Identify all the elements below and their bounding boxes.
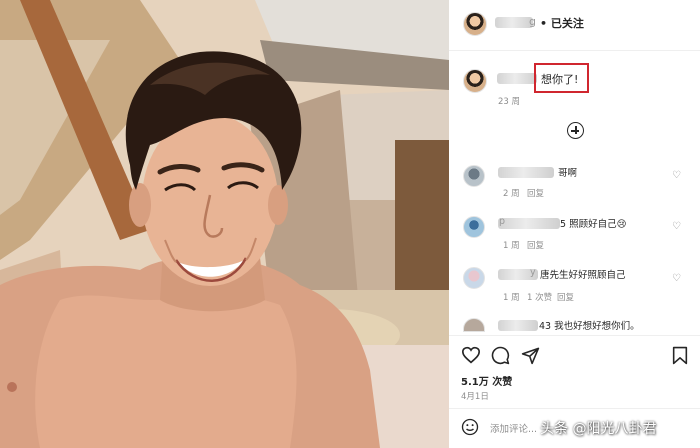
follow-status[interactable]: • 已关注 xyxy=(540,15,584,31)
caption-username-blurred[interactable] xyxy=(497,73,537,84)
footer-divider xyxy=(449,408,700,409)
post-photo[interactable] xyxy=(0,0,449,448)
comments-divider xyxy=(449,335,700,336)
send-icon[interactable] xyxy=(521,346,540,365)
comment-username-blurred[interactable] xyxy=(498,218,560,229)
caption-avatar[interactable] xyxy=(463,69,487,93)
comment-avatar[interactable] xyxy=(463,165,485,187)
comment-likes-count[interactable]: 1 次赞 xyxy=(527,291,552,303)
comment-text: 哥啊 xyxy=(558,168,578,179)
comment-time[interactable]: 2 周 xyxy=(503,187,520,199)
highlight-box xyxy=(534,63,589,93)
comment-text: 唐先生好好照顾自己 xyxy=(540,270,626,281)
add-comment-input[interactable]: 添加评论... xyxy=(490,421,537,435)
comment-username-blurred[interactable] xyxy=(498,167,554,178)
author-username[interactable]: g xyxy=(529,15,536,28)
comment-like-heart-icon[interactable]: ♡ xyxy=(672,274,681,284)
portrait-photo xyxy=(0,0,449,448)
comment-reply-button[interactable]: 回复 xyxy=(527,239,544,251)
comment-username[interactable]: p xyxy=(499,216,505,227)
comment-like-heart-icon[interactable]: ♡ xyxy=(672,171,681,181)
watermark: 头条 @阳光八卦君 xyxy=(540,421,657,437)
comment-reply-button[interactable]: 回复 xyxy=(527,187,544,199)
comment-avatar[interactable] xyxy=(463,267,485,289)
emoji-icon[interactable] xyxy=(461,418,479,436)
bookmark-icon[interactable] xyxy=(672,346,688,365)
plus-circle-icon[interactable] xyxy=(567,122,584,139)
author-avatar[interactable] xyxy=(463,12,487,36)
post-date[interactable]: 4月1日 xyxy=(461,390,489,402)
comment-icon[interactable] xyxy=(491,346,510,365)
comment-text: 5 照顾好自己😢 xyxy=(560,219,627,230)
header-divider xyxy=(449,50,700,51)
likes-count[interactable]: 5.1万 次赞 xyxy=(461,373,512,388)
caption-time[interactable]: 23 周 xyxy=(498,95,520,107)
heart-icon[interactable] xyxy=(461,346,481,364)
author-username-blurred[interactable] xyxy=(495,17,533,28)
comment-username-blurred[interactable] xyxy=(498,320,538,331)
comment-text: 43 我也好想好想你们。 xyxy=(539,321,640,332)
comment-time[interactable]: 1 周 xyxy=(503,239,520,251)
comment-username[interactable]: y xyxy=(530,267,536,278)
comment-like-heart-icon[interactable]: ♡ xyxy=(672,222,681,232)
comment-reply-button[interactable]: 回复 xyxy=(557,291,574,303)
comment-time[interactable]: 1 周 xyxy=(503,291,520,303)
comment-avatar[interactable] xyxy=(463,216,485,238)
